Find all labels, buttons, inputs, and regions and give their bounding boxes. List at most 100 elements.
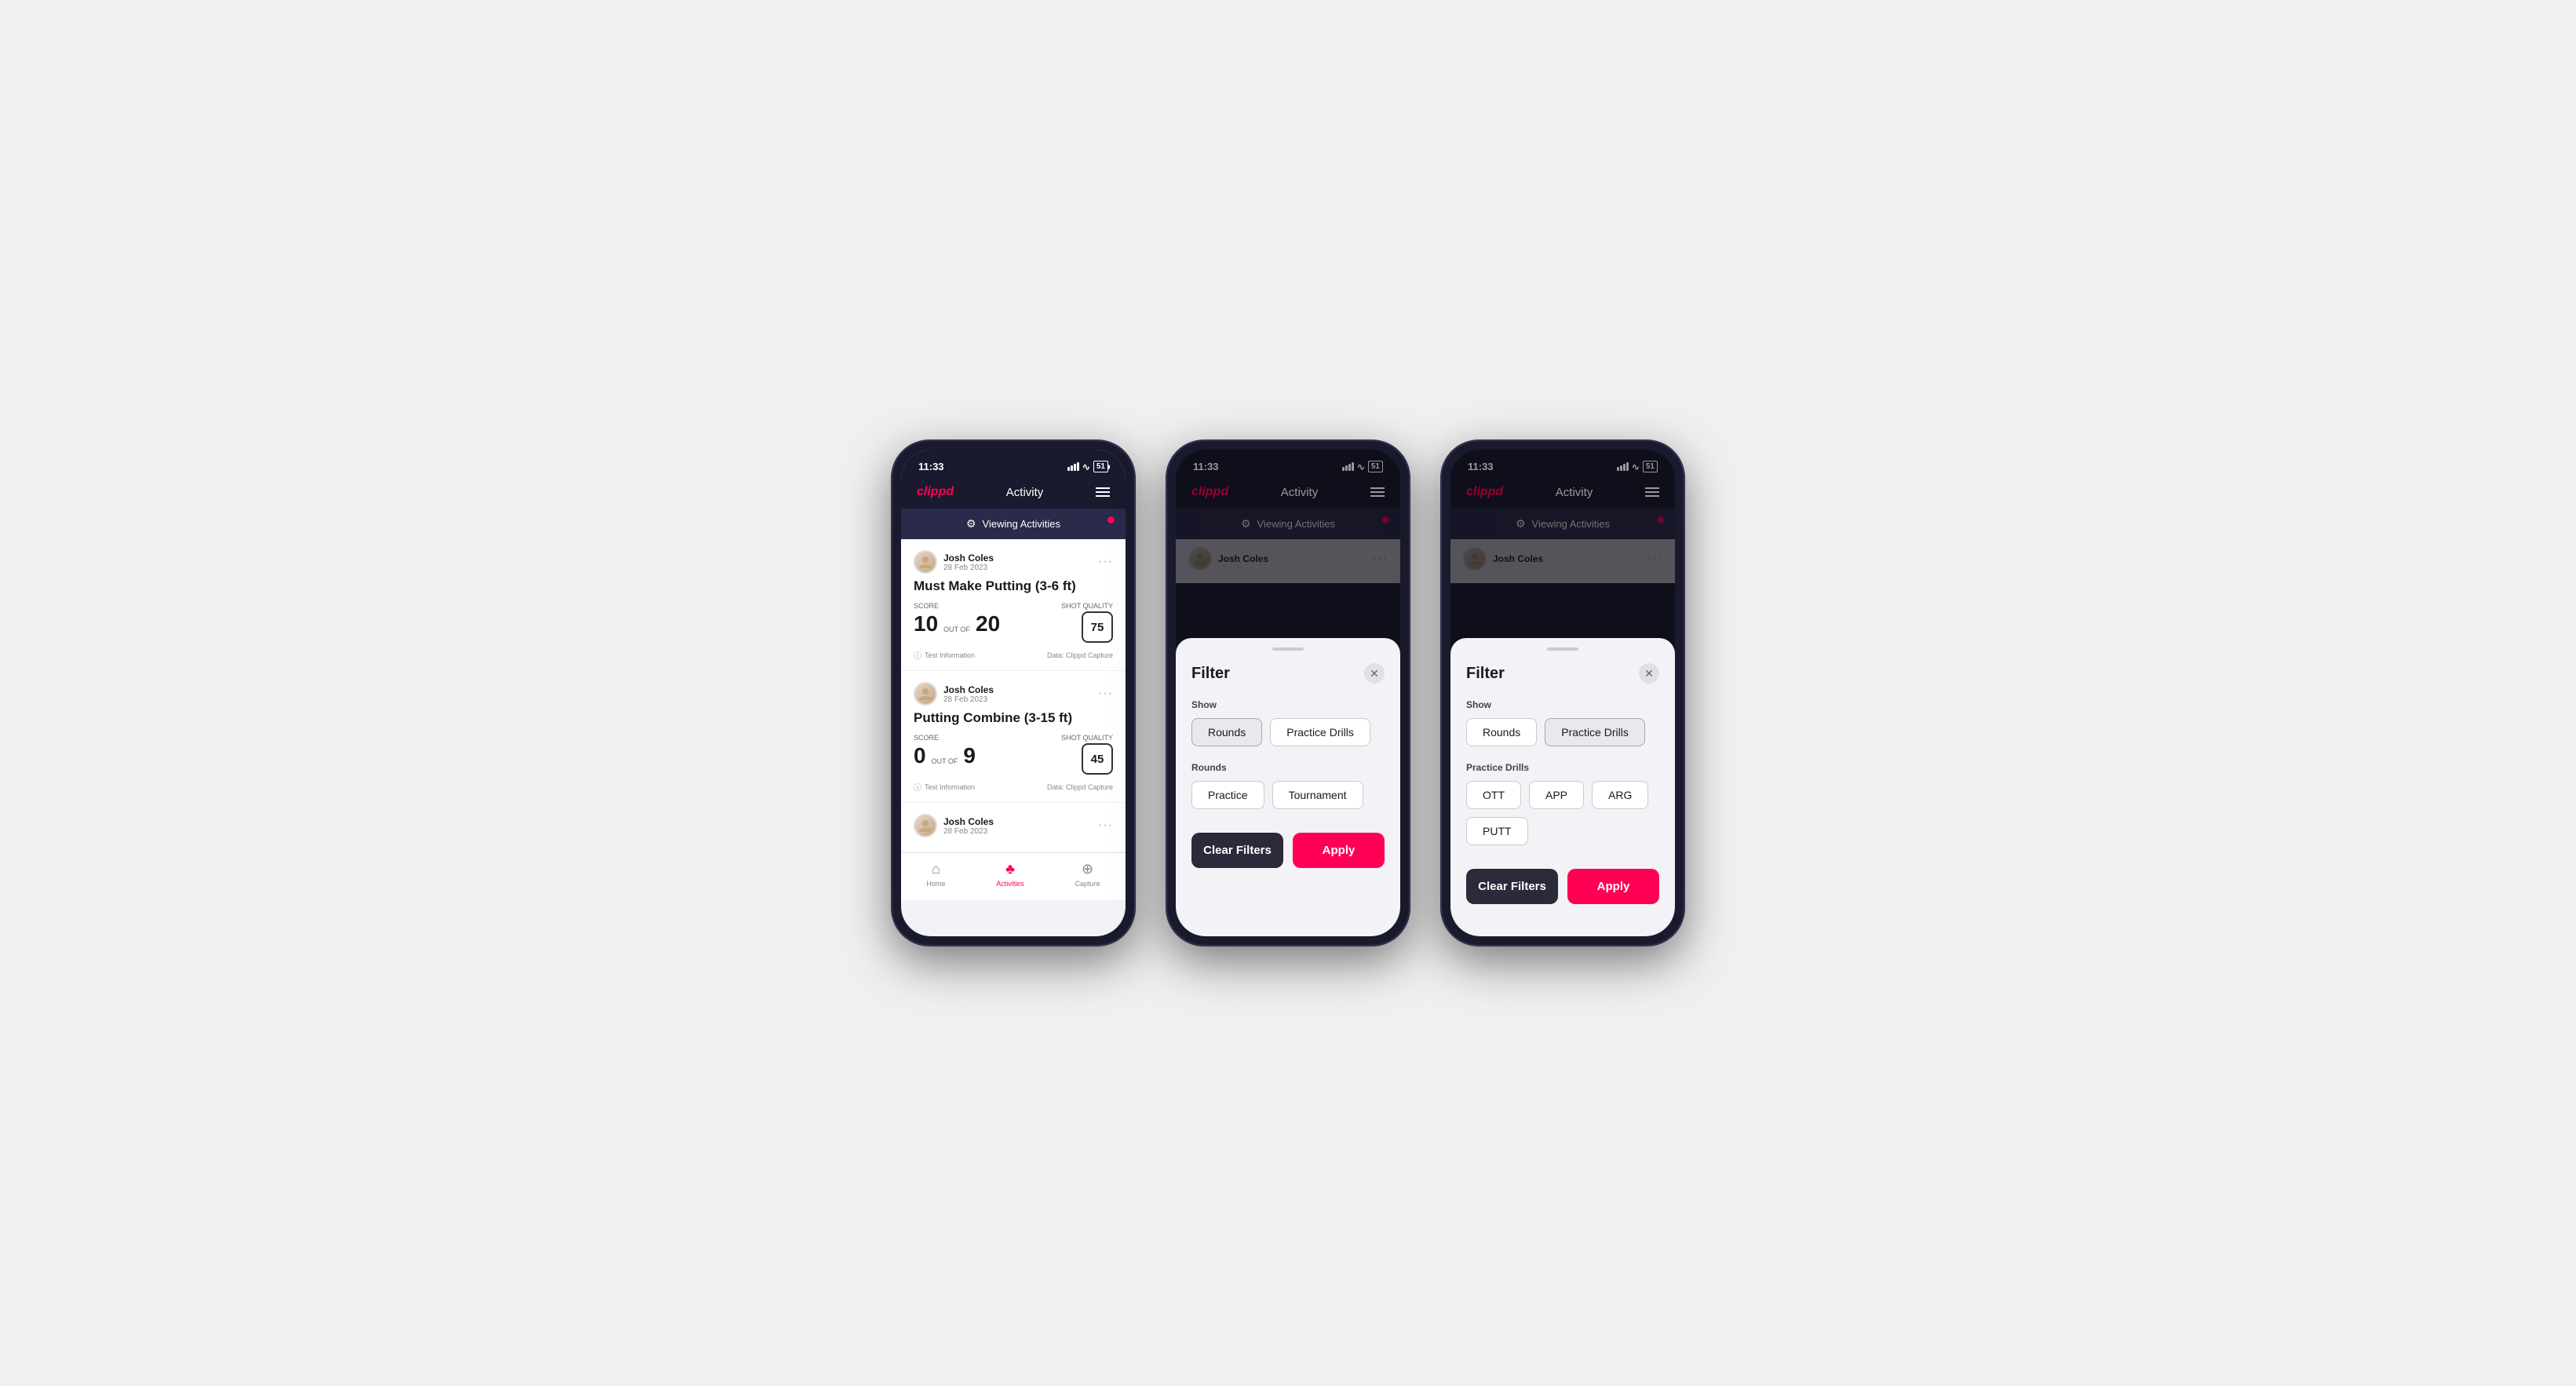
filter-modal-2: Filter ✕ Show Rounds Practice Drills Rou… <box>1176 638 1400 936</box>
clear-filters-button-3[interactable]: Clear Filters <box>1466 869 1558 904</box>
filter-overlay-3: Filter ✕ Show Rounds Practice Drills Pra… <box>1450 450 1675 936</box>
card-menu-1[interactable]: ··· <box>1098 555 1113 569</box>
score-label-2: Score <box>914 734 976 742</box>
show-pill-rounds-3[interactable]: Rounds <box>1466 718 1537 746</box>
score-section-2: Score 0 OUT OF 9 <box>914 734 976 768</box>
out-of-2: OUT OF <box>932 757 958 768</box>
nav-bar-1: clippd Activity <box>901 479 1126 509</box>
rounds-pills-2: Practice Tournament <box>1191 781 1385 809</box>
menu-button-1[interactable] <box>1096 487 1110 497</box>
phone-3-screen: 11:33 ∿ 51 clippd Activity <box>1450 450 1675 936</box>
drill-pill-putt-3[interactable]: PUTT <box>1466 817 1528 845</box>
modal-close-button-3[interactable]: ✕ <box>1639 663 1659 684</box>
modal-title-2: Filter <box>1191 665 1230 683</box>
card-3-header: Josh Coles 28 Feb 2023 ··· <box>914 814 1113 837</box>
user-name-2: Josh Coles <box>943 684 994 695</box>
activity-card-2[interactable]: Josh Coles 28 Feb 2023 ··· Putting Combi… <box>901 671 1126 803</box>
tab-home-label-1: Home <box>926 880 945 888</box>
modal-footer-3: Clear Filters Apply <box>1466 869 1659 904</box>
user-date-3: 28 Feb 2023 <box>943 827 994 836</box>
modal-handle-3 <box>1547 647 1578 651</box>
shot-quality-label-1: Shot Quality <box>1061 602 1113 610</box>
avatar-1 <box>914 550 937 574</box>
phone-1-screen: 11:33 ∿ 51 clippd <box>901 450 1126 936</box>
apply-button-2[interactable]: Apply <box>1293 833 1385 868</box>
menu-line-3 <box>1096 495 1110 497</box>
test-info-1: ⓘ Test Information <box>914 649 975 661</box>
modal-header-2: Filter ✕ <box>1191 663 1385 684</box>
tab-capture-1[interactable]: ⊕ Capture <box>1075 861 1100 888</box>
phone-2-frame: 11:33 ∿ 51 clippd Activity <box>1166 440 1410 946</box>
viewing-banner-1[interactable]: ⚙ Viewing Activities <box>901 509 1126 539</box>
user-info-2: Josh Coles 28 Feb 2023 <box>914 682 994 706</box>
modal-title-3: Filter <box>1466 665 1505 683</box>
nav-title-1: Activity <box>1006 486 1044 499</box>
score-label-1: Score <box>914 602 1000 610</box>
filter-modal-3: Filter ✕ Show Rounds Practice Drills Pra… <box>1450 638 1675 936</box>
drill-pill-app-3[interactable]: APP <box>1529 781 1584 809</box>
show-label-2: Show <box>1191 699 1385 710</box>
wifi-icon-1: ∿ <box>1082 461 1090 472</box>
card-title-1: Must Make Putting (3-6 ft) <box>914 578 1113 594</box>
user-info-3: Josh Coles 28 Feb 2023 <box>914 814 994 837</box>
score-group-2: Score 0 OUT OF 9 <box>914 734 1061 768</box>
data-source-2: Data: Clippd Capture <box>1047 783 1113 791</box>
out-of-1: OUT OF <box>943 626 970 636</box>
rounds-pill-practice-2[interactable]: Practice <box>1191 781 1264 809</box>
avatar-2 <box>914 682 937 706</box>
card-footer-1: ⓘ Test Information Data: Clippd Capture <box>914 649 1113 661</box>
drill-pill-ott-3[interactable]: OTT <box>1466 781 1521 809</box>
show-pill-rounds-2[interactable]: Rounds <box>1191 718 1262 746</box>
phone-1-frame: 11:33 ∿ 51 clippd <box>892 440 1135 946</box>
rounds-label-2: Rounds <box>1191 762 1385 773</box>
modal-header-3: Filter ✕ <box>1466 663 1659 684</box>
menu-line-2 <box>1096 491 1110 493</box>
user-date-2: 28 Feb 2023 <box>943 695 994 704</box>
banner-notification-dot-1 <box>1107 516 1115 523</box>
modal-close-button-2[interactable]: ✕ <box>1364 663 1385 684</box>
dynamic-island <box>978 461 1049 483</box>
score-group-1: Score 10 OUT OF 20 <box>914 602 1061 636</box>
score-value-2: 0 <box>914 743 926 768</box>
score-section-1: Score 10 OUT OF 20 <box>914 602 1000 636</box>
shot-quality-group-1: Shot Quality 75 <box>1061 602 1113 643</box>
show-pill-practice-drills-3[interactable]: Practice Drills <box>1545 718 1645 746</box>
user-details-2: Josh Coles 28 Feb 2023 <box>943 684 994 704</box>
user-date-1: 28 Feb 2023 <box>943 564 994 572</box>
show-pill-practice-drills-2[interactable]: Practice Drills <box>1270 718 1370 746</box>
drill-pill-arg-3[interactable]: ARG <box>1592 781 1648 809</box>
shot-quality-badge-2: 45 <box>1082 743 1113 775</box>
card-2-header: Josh Coles 28 Feb 2023 ··· <box>914 682 1113 706</box>
activities-icon-1: ♣ <box>1005 861 1015 877</box>
activity-card-3[interactable]: Josh Coles 28 Feb 2023 ··· <box>901 803 1126 852</box>
card-1-header: Josh Coles 28 Feb 2023 ··· <box>914 550 1113 574</box>
viewing-banner-text-1: Viewing Activities <box>983 518 1060 530</box>
card-menu-3[interactable]: ··· <box>1098 819 1113 833</box>
drills-label-3: Practice Drills <box>1466 762 1659 773</box>
status-icons-1: ∿ 51 <box>1067 461 1108 472</box>
avatar-3 <box>914 814 937 837</box>
tab-activities-1[interactable]: ♣ Activities <box>996 861 1024 888</box>
shot-quality-group-2: Shot Quality 45 <box>1061 734 1113 775</box>
data-source-1: Data: Clippd Capture <box>1047 651 1113 659</box>
home-icon-1: ⌂ <box>932 861 940 877</box>
clear-filters-button-2[interactable]: Clear Filters <box>1191 833 1283 868</box>
apply-button-3[interactable]: Apply <box>1567 869 1659 904</box>
info-icon-2: ⓘ <box>914 781 921 793</box>
rounds-pill-tournament-2[interactable]: Tournament <box>1272 781 1363 809</box>
tab-bar-1: ⌂ Home ♣ Activities ⊕ Capture <box>901 852 1126 900</box>
drills-pills-3: OTT APP ARG PUTT <box>1466 781 1659 845</box>
tab-home-1[interactable]: ⌂ Home <box>926 861 945 888</box>
signal-icon-1 <box>1067 462 1079 471</box>
phone-2: 11:33 ∿ 51 clippd Activity <box>1166 440 1410 946</box>
user-details-3: Josh Coles 28 Feb 2023 <box>943 816 994 836</box>
filter-icon-1: ⚙ <box>966 517 976 531</box>
user-info-1: Josh Coles 28 Feb 2023 <box>914 550 994 574</box>
phone-2-screen: 11:33 ∿ 51 clippd Activity <box>1176 450 1400 936</box>
show-label-3: Show <box>1466 699 1659 710</box>
info-label-2: Test Information <box>925 783 975 791</box>
card-menu-2[interactable]: ··· <box>1098 687 1113 701</box>
shot-quality-badge-1: 75 <box>1082 611 1113 643</box>
card-footer-2: ⓘ Test Information Data: Clippd Capture <box>914 781 1113 793</box>
activity-card-1[interactable]: Josh Coles 28 Feb 2023 ··· Must Make Put… <box>901 539 1126 671</box>
